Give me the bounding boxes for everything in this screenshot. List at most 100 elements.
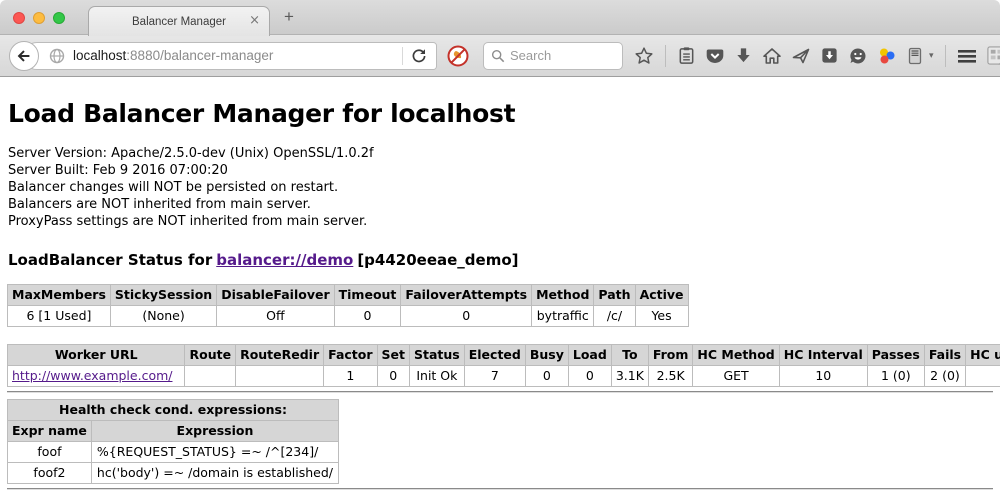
home-button[interactable] [762, 46, 782, 66]
col-to: To [611, 345, 648, 366]
toolbar-separator [945, 45, 946, 67]
col-expression: Expression [91, 421, 338, 442]
url-bar[interactable]: localhost:8880/balancer-manager [23, 42, 437, 70]
table-title-row: Health check cond. expressions: [8, 400, 339, 421]
back-button[interactable] [9, 41, 39, 71]
col-path: Path [594, 285, 635, 306]
cell-passes: 1 (0) [867, 366, 924, 387]
table-header-row: Expr name Expression [8, 421, 339, 442]
window-controls [13, 12, 65, 24]
toolbar-separator [665, 45, 666, 67]
health-check-title: Health check cond. expressions: [8, 400, 339, 421]
container-button[interactable] [906, 46, 924, 66]
url-domain: localhost [73, 48, 126, 63]
flashblock-button[interactable] [446, 44, 470, 68]
reload-button[interactable] [411, 48, 427, 64]
cell-route [185, 366, 236, 387]
col-maxmembers: MaxMembers [8, 285, 111, 306]
search-bar[interactable] [483, 42, 623, 70]
pocket-icon [705, 46, 725, 66]
loadbalancer-status-heading: LoadBalancer Status forbalancer://demo[p… [8, 251, 993, 269]
new-tab-button[interactable]: + [284, 7, 294, 27]
tab-bar: Balancer Manager × + [0, 0, 1000, 35]
cell-fails: 2 (0) [924, 366, 965, 387]
cell-maxmembers: 6 [1 Used] [8, 306, 111, 327]
proxypass-notice-line: ProxyPass settings are NOT inherited fro… [8, 213, 993, 230]
col-status: Status [410, 345, 465, 366]
col-method: Method [532, 285, 594, 306]
downloads-button[interactable] [734, 46, 753, 65]
cell-hc-interval: 10 [779, 366, 867, 387]
tab-title: Balancer Manager [132, 16, 226, 28]
cell-active: Yes [635, 306, 688, 327]
col-hc-method: HC Method [693, 345, 779, 366]
download-arrow-icon [734, 46, 753, 65]
star-icon [634, 46, 654, 66]
balancers-notice-line: Balancers are NOT inherited from main se… [8, 196, 993, 213]
menu-button[interactable] [957, 47, 977, 65]
cell-method: bytraffic [532, 306, 594, 327]
col-active: Active [635, 285, 688, 306]
col-timeout: Timeout [334, 285, 401, 306]
pocket-button[interactable] [705, 46, 725, 66]
status-suffix: [p4420eeae_demo] [357, 251, 518, 269]
bookmarks-list-button[interactable] [677, 46, 696, 65]
col-load: Load [568, 345, 611, 366]
extension-dots-button[interactable] [877, 46, 897, 66]
search-input[interactable] [510, 48, 610, 63]
square-download-icon [820, 46, 839, 65]
separator [7, 488, 993, 490]
cell-path: /c/ [594, 306, 635, 327]
cell-stickysession: (None) [110, 306, 216, 327]
window-zoom-button[interactable] [53, 12, 65, 24]
cell-status: Init Ok [410, 366, 465, 387]
table-row: foof %{REQUEST_STATUS} =~ /^[234]/ [8, 442, 339, 463]
chevron-down-icon[interactable]: ▾ [929, 51, 934, 61]
col-hc-uri: HC uri [966, 345, 1000, 366]
url-text: localhost:8880/balancer-manager [73, 48, 273, 63]
persist-notice-line: Balancer changes will NOT be persisted o… [8, 179, 993, 196]
save-to-pocket-button[interactable] [820, 46, 839, 65]
bookmark-star-button[interactable] [634, 46, 654, 66]
health-check-table: Health check cond. expressions: Expr nam… [7, 399, 339, 484]
col-route: Route [185, 345, 236, 366]
col-expr-name: Expr name [8, 421, 92, 442]
tab-close-icon[interactable]: × [249, 13, 260, 29]
page-content: Load Balancer Manager for localhost Serv… [0, 99, 1000, 490]
cell-elected: 7 [464, 366, 525, 387]
container-icon [906, 46, 924, 66]
col-hc-interval: HC Interval [779, 345, 867, 366]
worker-url-link[interactable]: http://www.example.com/ [12, 368, 172, 383]
browser-tab[interactable]: Balancer Manager × [88, 6, 270, 36]
tab-groups-button[interactable] [986, 45, 1000, 66]
window-close-button[interactable] [13, 12, 25, 24]
col-fails: Fails [924, 345, 965, 366]
window-minimize-button[interactable] [33, 12, 45, 24]
smiley-icon [848, 46, 868, 66]
site-identity-globe-icon [49, 48, 65, 64]
flash-blocked-icon [446, 44, 470, 68]
cell-hc-uri [966, 366, 1000, 387]
col-worker-url: Worker URL [8, 345, 185, 366]
browser-window: Balancer Manager × + localhost:8880/bala… [0, 0, 1000, 491]
cell-hc-method: GET [693, 366, 779, 387]
feedback-button[interactable] [848, 46, 868, 66]
cell-to: 3.1K [611, 366, 648, 387]
cell-timeout: 0 [334, 306, 401, 327]
page-thumbnail-icon [986, 45, 1000, 66]
col-passes: Passes [867, 345, 924, 366]
col-routeredir: RouteRedir [236, 345, 324, 366]
table-header-row: Worker URL Route RouteRedir Factor Set S… [8, 345, 1000, 366]
page-title: Load Balancer Manager for localhost [8, 99, 993, 128]
hello-button[interactable] [791, 46, 811, 66]
col-failoverattempts: FailoverAttempts [401, 285, 532, 306]
cell-expression: hc('body') =~ /domain is established/ [91, 463, 338, 484]
worker-status-table: Worker URL Route RouteRedir Factor Set S… [7, 344, 1000, 387]
server-built-line: Server Built: Feb 9 2016 07:00:20 [8, 162, 993, 179]
back-arrow-icon [15, 47, 33, 65]
search-icon [491, 49, 505, 63]
toolbar-buttons: ▾ [634, 45, 1000, 67]
cell-failoverattempts: 0 [401, 306, 532, 327]
col-factor: Factor [324, 345, 377, 366]
balancer-link[interactable]: balancer://demo [216, 251, 353, 269]
